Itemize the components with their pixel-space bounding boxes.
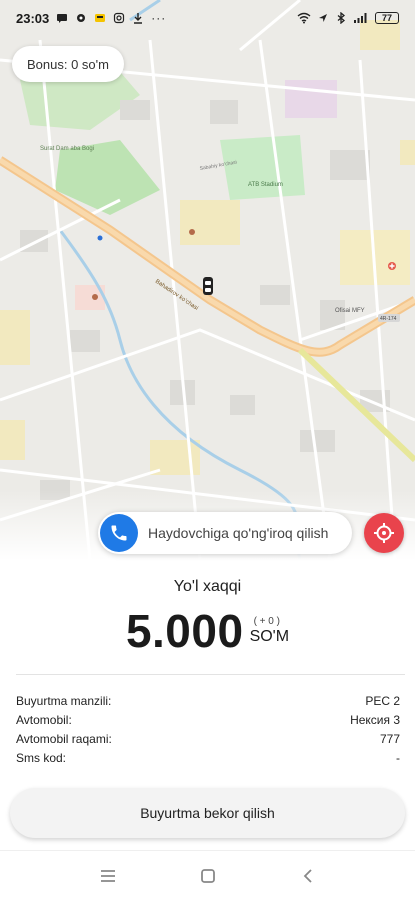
call-driver-label: Haydovchiga qo'ng'iroq qilish [148,525,329,541]
detail-value: - [396,751,400,765]
message-icon [57,14,68,23]
poi-icon [92,294,98,300]
taxi-app-icon [95,14,106,22]
detail-label: Avtomobil raqami: [16,732,112,746]
cancel-order-label: Buyurtma bekor qilish [140,805,275,821]
fare-extra: ( + 0 ) [253,616,280,627]
download-icon [134,13,143,24]
order-screen: Surat Dam aba Bogi ATB Stadium Bahadirov… [0,0,415,900]
battery-level: 77 [381,13,392,23]
map-label-office: Ofisai MFY [335,308,365,314]
hospital-icon [388,262,396,270]
home-icon [200,868,215,883]
wifi-icon [297,12,311,24]
system-nav-bar [0,850,415,900]
battery-icon: 77 [375,12,399,24]
back-button[interactable] [293,861,323,891]
detail-row-sms: Sms kod: - [16,751,400,770]
my-location-button[interactable] [364,513,404,553]
bonus-badge[interactable]: Bonus: 0 so'm [12,46,124,82]
poi-icon [189,229,195,235]
detail-value: Нексия 3 [350,713,400,727]
phone-button[interactable] [100,514,138,552]
status-time: 23:03 [16,10,50,26]
home-button[interactable] [193,861,223,891]
signal-icon [354,13,367,23]
divider [16,674,405,675]
order-panel: Yo'l xaqqi 5.000 ( + 0 ) SO'M Buyurtma m… [0,560,415,850]
map-road-badge: 4R-174 [380,316,397,322]
fare-currency: SO'M [249,628,290,645]
detail-row-car: Avtomobil: Нексия 3 [16,713,400,732]
cancel-order-button[interactable]: Buyurtma bekor qilish [10,788,405,838]
bonus-label: Bonus: 0 so'm [27,56,109,72]
back-icon [303,868,312,883]
call-driver-button[interactable]: Haydovchiga qo'ng'iroq qilish [98,512,352,554]
map-view[interactable]: Surat Dam aba Bogi ATB Stadium Bahadirov… [0,0,415,560]
detail-label: Buyurtma manzili: [16,694,112,708]
fare-amount: 5.000 [125,605,244,657]
map-canvas[interactable]: Surat Dam aba Bogi ATB Stadium Bahadirov… [0,0,415,560]
map-label-park: Surat Dam aba Bogi [40,146,94,152]
bus-stop-icon [97,235,103,241]
instagram-icon [114,12,125,24]
detail-value: 777 [379,732,400,746]
car-marker-icon [203,277,213,295]
detail-value: PEC 2 [365,694,400,708]
settings-icon [77,14,86,22]
location-icon [319,14,327,22]
more-icon: ··· [151,11,167,25]
bluetooth-icon [337,12,346,24]
detail-row-address: Buyurtma manzili: PEC 2 [16,694,400,713]
detail-label: Avtomobil: [16,713,72,727]
status-bar: 23:03 ··· 77 [0,0,415,36]
detail-label: Sms kod: [16,751,67,765]
map-label-stadium: ATB Stadium [248,182,283,188]
crosshair-icon [374,523,394,543]
fare-title: Yo'l xaqqi [173,578,242,595]
phone-icon [111,525,127,541]
menu-icon [100,869,115,882]
order-details: Buyurtma manzili: PEC 2 Avtomobil: Некси… [16,694,400,770]
detail-row-plate: Avtomobil raqami: 777 [16,732,400,751]
fare-row: 5.000 ( + 0 ) SO'M [0,604,415,658]
recent-apps-button[interactable] [93,861,123,891]
